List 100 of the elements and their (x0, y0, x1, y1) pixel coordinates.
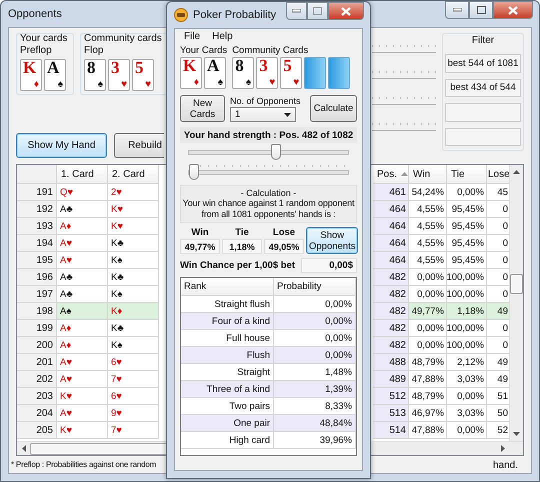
row-number: 195 (17, 252, 57, 269)
table-cell[interactable]: 6♥ (108, 354, 159, 371)
table-cell: 482 (373, 303, 409, 320)
table-cell: 0,00% (274, 347, 356, 364)
horizontal-scrollbar[interactable] (17, 441, 166, 455)
scrollbar-track[interactable] (373, 441, 523, 455)
filter-readout: best 544 of 1081 (445, 54, 521, 72)
minimize-button[interactable] (445, 1, 469, 19)
table-cell: 1,39% (274, 381, 356, 398)
new-cards-button[interactable]: New Cards (180, 95, 225, 122)
opponents-dropdown[interactable]: 1 (230, 107, 296, 122)
table-cell[interactable]: K♥ (108, 201, 159, 218)
table-cell[interactable]: A♣ (57, 269, 108, 286)
table-cell[interactable]: A♣ (57, 286, 108, 303)
table-cell[interactable]: A♦ (57, 337, 108, 354)
card-suit: ♥ (293, 77, 300, 88)
close-button[interactable] (328, 2, 364, 20)
push-button[interactable]: Rebuild (114, 133, 164, 158)
table-cell[interactable]: A♥ (57, 252, 108, 269)
slider-thumb[interactable] (270, 144, 281, 160)
table-cell: 100,00% (447, 286, 487, 303)
table-cell[interactable]: 7♥ (108, 371, 159, 388)
column-header[interactable]: 1. Card (57, 165, 108, 184)
playing-card[interactable]: 3 ♥ (256, 57, 278, 89)
table-cell[interactable]: K♥ (57, 388, 108, 405)
table-cell[interactable]: 6♥ (108, 388, 159, 405)
table-cell[interactable]: A♦ (57, 218, 108, 235)
table-cell: 482 (373, 286, 409, 303)
scroll-thumb[interactable] (30, 442, 166, 454)
filter-readout: best 434 of 544 (445, 78, 521, 97)
table-cell: 95,45% (447, 235, 487, 252)
row-number: 202 (17, 371, 57, 388)
table-cell[interactable]: 7♥ (108, 422, 159, 439)
group-label: Community cards (84, 33, 163, 45)
table-cell: 489 (373, 371, 409, 388)
card-rank: K (183, 56, 196, 76)
calculation-text: Your win chance against 1 random opponent from all 1081 opponents' hands is : (182, 198, 356, 220)
playing-card[interactable]: K ♦ (180, 57, 202, 89)
menu-item[interactable]: File (184, 31, 200, 42)
table-cell[interactable]: K♥ (108, 218, 159, 235)
minimize-button[interactable] (286, 2, 307, 20)
table-cell[interactable]: K♥ (57, 422, 108, 439)
table-cell: 482 (373, 269, 409, 286)
table-cell[interactable]: A♥ (57, 235, 108, 252)
table-cell[interactable]: Q♥ (57, 184, 108, 201)
maximize-icon (313, 7, 322, 15)
table-cell: 100,00% (447, 337, 487, 354)
maximize-button[interactable] (307, 2, 328, 20)
card-back[interactable] (304, 57, 326, 89)
scroll-thumb[interactable] (510, 274, 523, 294)
table-cell[interactable]: K♣ (108, 235, 159, 252)
table-cell[interactable]: A♥ (57, 371, 108, 388)
table-cell[interactable]: A♠ (57, 303, 108, 320)
corner-header (17, 165, 57, 184)
table-cell[interactable]: A♥ (57, 405, 108, 422)
calculate-button[interactable]: Calculate (310, 95, 357, 122)
table-cell[interactable]: A♥ (57, 354, 108, 371)
table-cell: 464 (373, 201, 409, 218)
table-cell[interactable]: K♠ (108, 337, 159, 354)
menu-item[interactable]: Help (212, 31, 233, 42)
column-header[interactable]: Pos. (373, 165, 409, 184)
card-back[interactable] (328, 57, 350, 89)
table-cell[interactable]: K♣ (108, 269, 159, 286)
table-cell: 46,97% (409, 405, 447, 422)
table-cell[interactable]: A♣ (57, 201, 108, 218)
table-cell: 48,84% (274, 415, 356, 432)
column-header[interactable]: 2. Card (108, 165, 159, 184)
push-button[interactable]: Show My Hand (16, 133, 107, 158)
playing-card[interactable]: 8 ♠ (232, 57, 254, 89)
table-cell[interactable]: 2♥ (108, 184, 159, 201)
table-cell: 54,24% (409, 184, 447, 201)
playing-card[interactable]: A ♠ (204, 57, 226, 89)
table-cell: 2,12% (447, 354, 487, 371)
show-opponents-button[interactable]: Show Opponents (306, 227, 358, 254)
row-number: 201 (17, 354, 57, 371)
table-cell[interactable]: K♠ (108, 252, 159, 269)
vertical-scrollbar[interactable] (509, 165, 523, 441)
card-suit: ♠ (98, 79, 103, 90)
result-value: 49,05% (264, 239, 304, 254)
table-cell[interactable]: 9♥ (108, 405, 159, 422)
table-cell[interactable]: K♣ (108, 320, 159, 337)
table-cell: 482 (373, 320, 409, 337)
card-rank: 5 (135, 58, 144, 78)
card-suit: ♠ (246, 77, 252, 88)
close-button[interactable] (493, 1, 533, 19)
table-cell: 47,88% (409, 371, 447, 388)
column-header[interactable]: Probability (274, 278, 356, 296)
column-header[interactable]: Rank (181, 278, 274, 296)
maximize-button[interactable] (469, 1, 493, 19)
table-cell[interactable]: A♦ (57, 320, 108, 337)
filter-field[interactable] (445, 128, 521, 146)
table-cell[interactable]: K♠ (108, 286, 159, 303)
column-header[interactable]: Win (409, 165, 447, 184)
filter-field[interactable] (445, 103, 521, 122)
slider-thumb[interactable] (189, 164, 199, 180)
card-suit: ♠ (218, 77, 223, 88)
row-number: 199 (17, 320, 57, 337)
playing-card[interactable]: 5 ♥ (280, 57, 302, 89)
table-cell[interactable]: K♦ (108, 303, 159, 320)
column-header[interactable]: Tie (447, 165, 487, 184)
